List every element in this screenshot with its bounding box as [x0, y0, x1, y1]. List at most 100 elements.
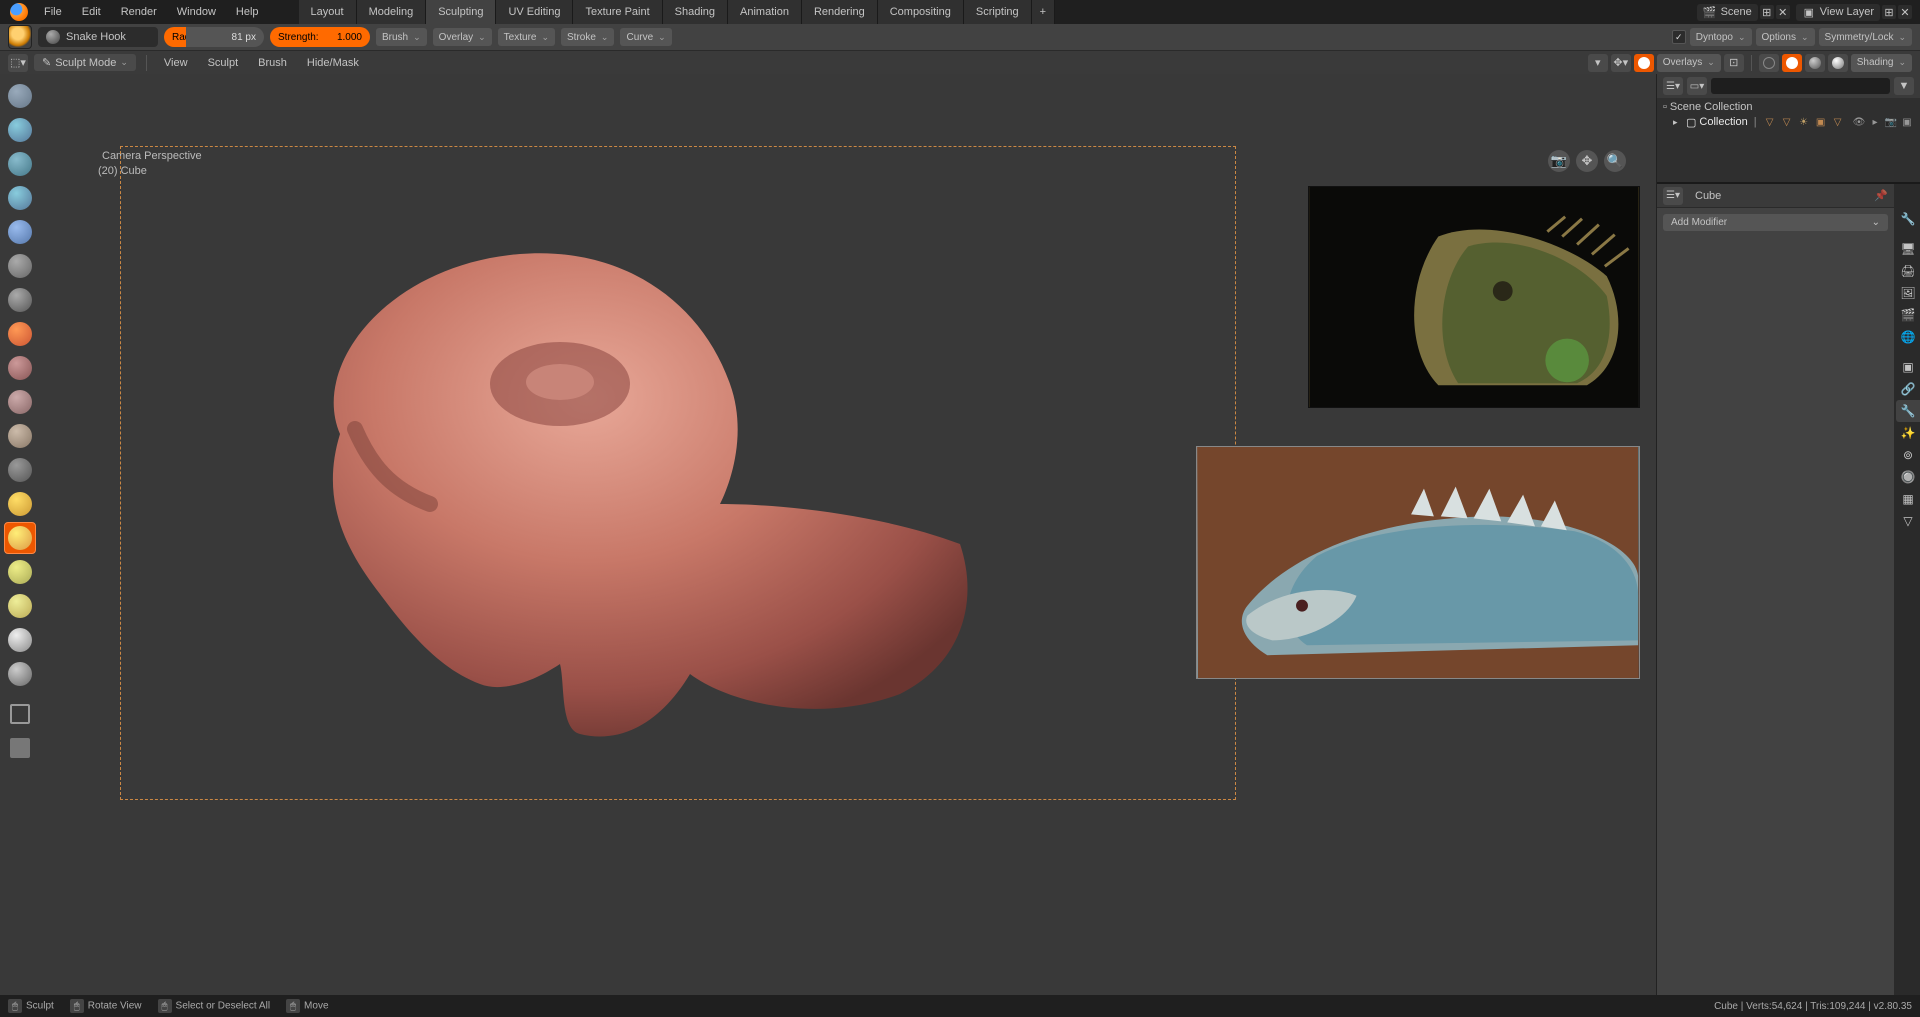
tool-grab[interactable]	[4, 488, 36, 520]
outliner-display-icon[interactable]: ▭▾	[1687, 77, 1707, 95]
tab-modeling[interactable]: Modeling	[357, 0, 427, 24]
brush-selector[interactable]: Snake Hook	[38, 27, 158, 47]
overlays-dropdown[interactable]: Overlays	[1657, 54, 1721, 72]
prop-tab-world[interactable]: 🌐	[1896, 326, 1920, 348]
tab-sculpting[interactable]: Sculpting	[426, 0, 496, 24]
prop-tab-viewlayer[interactable]: 🖼	[1896, 282, 1920, 304]
tab-uv-editing[interactable]: UV Editing	[496, 0, 573, 24]
selectable-icon[interactable]: ▸	[1868, 115, 1882, 129]
strength-slider[interactable]: Strength:1.000	[270, 27, 370, 47]
viewlayer-selector[interactable]: ▣ View Layer	[1796, 4, 1880, 21]
editor-type-icon[interactable]: ⬚▾	[8, 54, 28, 72]
view-object-types-icon[interactable]: ▾	[1588, 54, 1608, 72]
symmetry-dropdown[interactable]: Symmetry/Lock	[1819, 28, 1912, 46]
scene-selector[interactable]: 🎬 Scene	[1697, 4, 1758, 21]
menu-file[interactable]: File	[34, 3, 72, 21]
tab-compositing[interactable]: Compositing	[878, 0, 964, 24]
tool-snake-hook[interactable]	[4, 522, 36, 554]
menu-sculpt[interactable]: Sculpt	[201, 54, 246, 72]
prop-tab-material[interactable]: 🔘	[1896, 466, 1920, 488]
tool-draw[interactable]	[4, 80, 36, 112]
tool-nudge[interactable]	[4, 590, 36, 622]
gizmo-toggle-icon[interactable]: ✥▾	[1611, 54, 1631, 72]
tool-pinch[interactable]	[4, 454, 36, 486]
radius-slider[interactable]: Radius: 81 px	[164, 27, 264, 47]
active-tool-icon[interactable]	[8, 25, 32, 49]
tool-smooth[interactable]	[4, 318, 36, 350]
menu-brush[interactable]: Brush	[251, 54, 294, 72]
tool-simplify[interactable]	[4, 658, 36, 690]
prop-tab-constraint[interactable]: 🔗	[1896, 378, 1920, 400]
prop-tab-modifier[interactable]: 🔧	[1896, 400, 1920, 422]
texture-dropdown[interactable]: Texture	[498, 28, 555, 46]
properties-editor-icon[interactable]: ☰▾	[1663, 187, 1683, 205]
menu-edit[interactable]: Edit	[72, 3, 111, 21]
tool-rotate[interactable]	[4, 624, 36, 656]
shading-dropdown[interactable]: Shading	[1851, 54, 1912, 72]
prop-tab-output[interactable]: 🖨	[1896, 260, 1920, 282]
prop-tab-scene[interactable]: 🎬	[1896, 304, 1920, 326]
layer-browse-icon[interactable]: ⊞	[1882, 5, 1896, 19]
shading-wireframe-icon[interactable]	[1759, 54, 1779, 72]
prop-tab-particle[interactable]: ✨	[1896, 422, 1920, 444]
tool-clay[interactable]	[4, 114, 36, 146]
shading-solid-icon[interactable]	[1782, 54, 1802, 72]
tool-thumb[interactable]	[4, 556, 36, 588]
prop-tab-tool[interactable]: 🔧	[1896, 208, 1920, 230]
add-modifier-button[interactable]: Add Modifier ⌄	[1663, 214, 1888, 231]
scene-delete-icon[interactable]: ✕	[1776, 5, 1790, 19]
tool-box-mask[interactable]	[4, 698, 36, 730]
tool-inflate[interactable]	[4, 216, 36, 248]
pin-icon[interactable]: 📌	[1874, 189, 1888, 202]
prop-tab-object[interactable]: ▣	[1896, 356, 1920, 378]
visibility-icon[interactable]: 👁	[1852, 115, 1866, 129]
reference-image-2[interactable]	[1196, 446, 1640, 679]
dyntopo-checkbox[interactable]	[1672, 30, 1686, 44]
prop-tab-texture[interactable]: ▦	[1896, 488, 1920, 510]
dyntopo-dropdown[interactable]: Dyntopo	[1690, 28, 1752, 46]
menu-window[interactable]: Window	[167, 3, 226, 21]
tool-fill[interactable]	[4, 386, 36, 418]
tool-layer[interactable]	[4, 182, 36, 214]
tab-scripting[interactable]: Scripting	[964, 0, 1032, 24]
outliner-search[interactable]	[1711, 78, 1890, 94]
tool-scrape[interactable]	[4, 420, 36, 452]
render-vis-icon[interactable]: 📷	[1884, 115, 1898, 129]
layer-delete-icon[interactable]: ✕	[1898, 5, 1912, 19]
options-dropdown[interactable]: Options	[1756, 28, 1815, 46]
curve-dropdown[interactable]: Curve	[620, 28, 671, 46]
tool-crease[interactable]	[4, 284, 36, 316]
tab-shading[interactable]: Shading	[663, 0, 728, 24]
reference-image-1[interactable]	[1308, 186, 1640, 408]
prop-tab-render[interactable]: 🖥	[1896, 238, 1920, 260]
prop-tab-physics[interactable]: ⊚	[1896, 444, 1920, 466]
mode-selector[interactable]: ✎ Sculpt Mode ⌄	[34, 54, 136, 71]
tab-layout[interactable]: Layout	[299, 0, 357, 24]
outliner-collection[interactable]: ▸ ▢ Collection | ▽ ▽ ☀ ▣ ▽ 👁 ▸ 📷	[1661, 114, 1916, 130]
menu-help[interactable]: Help	[226, 3, 269, 21]
expand-icon[interactable]: ▸	[1673, 117, 1683, 128]
holdout-icon[interactable]: ▣	[1900, 115, 1914, 129]
tool-box-hide[interactable]	[4, 732, 36, 764]
prop-tab-mesh[interactable]: ▽	[1896, 510, 1920, 532]
menu-view[interactable]: View	[157, 54, 195, 72]
tool-clay-strips[interactable]	[4, 148, 36, 180]
xray-toggle-icon[interactable]: ⊡	[1724, 54, 1744, 72]
nav-camera-icon[interactable]: 📷	[1548, 150, 1570, 172]
shading-lookdev-icon[interactable]	[1805, 54, 1825, 72]
overlay-dropdown[interactable]: Overlay	[433, 28, 492, 46]
stroke-dropdown[interactable]: Stroke	[561, 28, 614, 46]
tab-texture-paint[interactable]: Texture Paint	[573, 0, 662, 24]
outliner-filter-icon[interactable]: ▼	[1894, 77, 1914, 95]
tab-animation[interactable]: Animation	[728, 0, 802, 24]
menu-hidemask[interactable]: Hide/Mask	[300, 54, 366, 72]
tab-rendering[interactable]: Rendering	[802, 0, 878, 24]
tool-blob[interactable]	[4, 250, 36, 282]
tab-add[interactable]: +	[1032, 0, 1055, 24]
nav-zoom-icon[interactable]: 🔍	[1604, 150, 1626, 172]
outliner-editor-icon[interactable]: ☰▾	[1663, 77, 1683, 95]
menu-render[interactable]: Render	[111, 3, 167, 21]
outliner-scene-collection[interactable]: ▫ Scene Collection	[1661, 100, 1916, 114]
tool-flatten[interactable]	[4, 352, 36, 384]
nav-pan-icon[interactable]: ✥	[1576, 150, 1598, 172]
